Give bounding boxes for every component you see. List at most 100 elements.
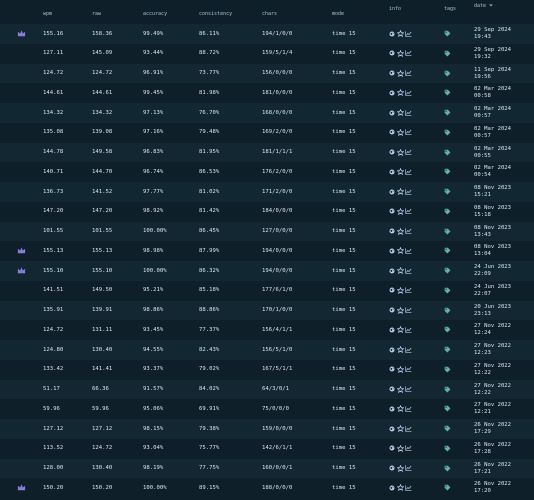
header-accuracy[interactable]: accuracy <box>143 11 167 17</box>
tag-icon[interactable] <box>444 346 451 355</box>
chart-icon[interactable] <box>405 129 414 136</box>
globe-icon[interactable] <box>389 406 397 412</box>
star-icon[interactable] <box>396 188 406 195</box>
globe-icon[interactable] <box>389 307 397 314</box>
globe-icon[interactable] <box>389 90 397 96</box>
star-icon[interactable] <box>396 30 406 37</box>
star-icon[interactable] <box>396 464 406 472</box>
chart-icon[interactable] <box>405 30 414 37</box>
tag-icon[interactable] <box>444 89 451 98</box>
tag-icon[interactable] <box>444 445 451 454</box>
tag-icon[interactable] <box>444 228 451 237</box>
globe-icon[interactable] <box>389 366 397 373</box>
chart-icon[interactable] <box>405 90 414 96</box>
chart-icon[interactable] <box>405 169 414 175</box>
chart-icon[interactable] <box>405 50 414 57</box>
tag-icon[interactable] <box>444 267 451 276</box>
globe-icon[interactable] <box>389 50 397 57</box>
star-icon[interactable] <box>396 267 406 274</box>
globe-icon[interactable] <box>389 485 397 491</box>
tag-icon[interactable] <box>444 168 451 177</box>
chart-icon[interactable] <box>405 149 414 156</box>
star-icon[interactable] <box>396 346 406 353</box>
globe-icon[interactable] <box>389 70 397 77</box>
tag-icon[interactable] <box>444 425 451 434</box>
globe-icon[interactable] <box>389 287 397 294</box>
star-icon[interactable] <box>396 484 406 492</box>
chart-icon[interactable] <box>405 445 414 452</box>
globe-icon[interactable] <box>389 149 397 156</box>
chart-icon[interactable] <box>405 307 414 314</box>
globe-icon[interactable] <box>389 228 397 235</box>
chart-icon[interactable] <box>405 267 414 274</box>
star-icon[interactable] <box>396 227 406 235</box>
tag-icon[interactable] <box>444 465 451 474</box>
tag-icon[interactable] <box>444 287 451 296</box>
tag-icon[interactable] <box>444 129 451 138</box>
chart-icon[interactable] <box>405 386 414 393</box>
globe-icon[interactable] <box>389 208 397 215</box>
star-icon[interactable] <box>396 405 406 413</box>
tag-icon[interactable] <box>444 484 451 493</box>
header-mode[interactable]: mode <box>332 11 344 17</box>
chart-icon[interactable] <box>405 425 414 432</box>
header-chars[interactable]: chars <box>262 11 277 17</box>
tag-icon[interactable] <box>444 307 451 316</box>
chart-icon[interactable] <box>405 228 414 235</box>
globe-icon[interactable] <box>389 386 397 393</box>
chart-icon[interactable] <box>405 248 414 254</box>
star-icon[interactable] <box>396 109 406 116</box>
chart-icon[interactable] <box>405 485 414 491</box>
star-icon[interactable] <box>396 365 406 373</box>
globe-icon[interactable] <box>389 30 397 37</box>
chart-icon[interactable] <box>405 287 414 294</box>
chart-icon[interactable] <box>405 465 414 472</box>
globe-icon[interactable] <box>389 188 397 195</box>
chart-icon[interactable] <box>405 70 414 77</box>
tag-icon[interactable] <box>444 326 451 335</box>
star-icon[interactable] <box>396 425 406 432</box>
globe-icon[interactable] <box>389 169 397 175</box>
tag-icon[interactable] <box>444 188 451 197</box>
globe-icon[interactable] <box>389 129 397 136</box>
star-icon[interactable] <box>396 49 406 57</box>
globe-icon[interactable] <box>389 425 397 432</box>
globe-icon[interactable] <box>389 465 397 472</box>
chart-icon[interactable] <box>405 327 414 333</box>
header-raw[interactable]: raw <box>92 11 101 17</box>
header-date[interactable]: date ⏷ <box>474 3 493 10</box>
star-icon[interactable] <box>396 128 406 136</box>
star-icon[interactable] <box>396 326 406 334</box>
globe-icon[interactable] <box>389 327 397 333</box>
tag-icon[interactable] <box>444 109 451 118</box>
star-icon[interactable] <box>396 444 406 452</box>
star-icon[interactable] <box>396 69 406 77</box>
globe-icon[interactable] <box>389 109 397 116</box>
tag-icon[interactable] <box>444 247 451 256</box>
chart-icon[interactable] <box>405 109 414 116</box>
chart-icon[interactable] <box>405 208 414 215</box>
tag-icon[interactable] <box>444 70 451 79</box>
globe-icon[interactable] <box>389 267 397 274</box>
star-icon[interactable] <box>396 148 406 156</box>
star-icon[interactable] <box>396 385 406 393</box>
star-icon[interactable] <box>396 207 406 215</box>
globe-icon[interactable] <box>389 346 397 353</box>
chart-icon[interactable] <box>405 366 414 373</box>
tag-icon[interactable] <box>444 366 451 375</box>
star-icon[interactable] <box>396 168 406 176</box>
star-icon[interactable] <box>396 89 406 97</box>
tag-icon[interactable] <box>444 149 451 158</box>
star-icon[interactable] <box>396 286 406 294</box>
star-icon[interactable] <box>396 247 406 255</box>
chart-icon[interactable] <box>405 188 414 195</box>
tag-icon[interactable] <box>444 208 451 217</box>
globe-icon[interactable] <box>389 445 397 452</box>
header-consistency[interactable]: consistency <box>199 11 232 17</box>
chart-icon[interactable] <box>405 406 414 412</box>
tag-icon[interactable] <box>444 405 451 414</box>
star-icon[interactable] <box>396 306 406 314</box>
globe-icon[interactable] <box>389 248 397 254</box>
tag-icon[interactable] <box>444 386 451 395</box>
tag-icon[interactable] <box>444 50 451 59</box>
